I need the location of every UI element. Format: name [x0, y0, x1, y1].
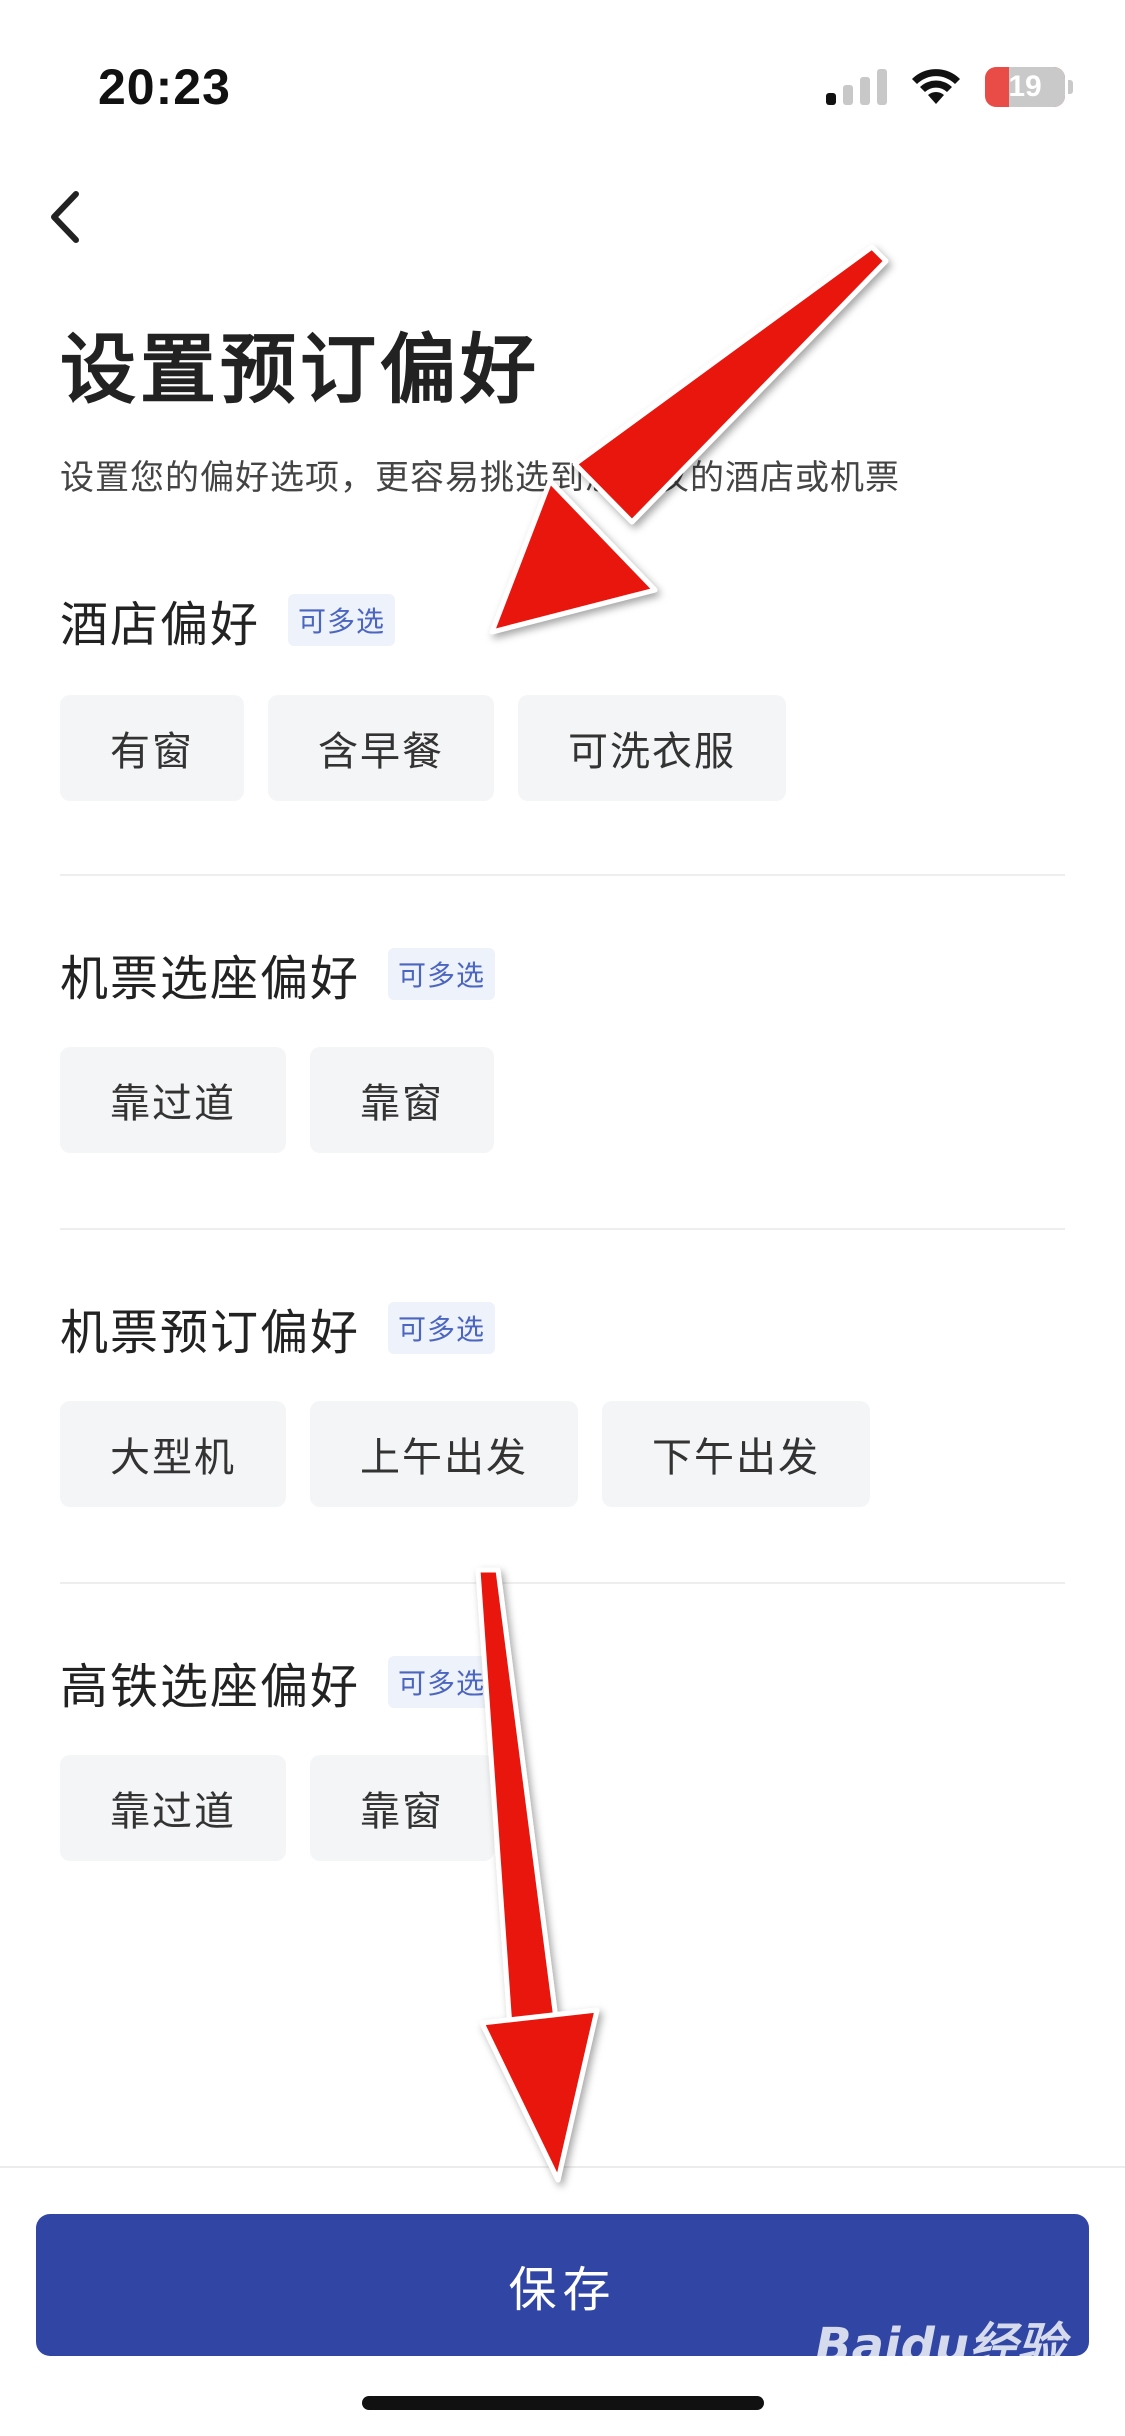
back-button[interactable]: [42, 182, 92, 252]
option-chip-window[interactable]: 有窗: [60, 695, 244, 801]
booking-preferences-screen: 20:23 19 设置预订偏好 设置您的偏好选项，更容易挑选到您心仪的酒店或机票…: [0, 0, 1125, 2436]
option-chip-window[interactable]: 靠窗: [310, 1755, 494, 1861]
section-title: 机票选座偏好: [60, 951, 361, 1007]
section-divider: [60, 1228, 1065, 1230]
option-chip-morning-departure[interactable]: 上午出发: [310, 1401, 578, 1507]
section-rail-seat-preferences: 高铁选座偏好 可多选 靠过道 靠窗: [60, 1647, 1065, 1861]
option-chip-laundry[interactable]: 可洗衣服: [518, 695, 786, 801]
option-chip-afternoon-departure[interactable]: 下午出发: [602, 1401, 870, 1507]
option-chip-window[interactable]: 靠窗: [310, 1047, 494, 1153]
option-chip-large-aircraft[interactable]: 大型机: [60, 1401, 286, 1507]
multi-select-badge: 可多选: [288, 594, 396, 646]
status-time: 20:23: [98, 59, 231, 115]
home-indicator: [362, 2396, 764, 2410]
wifi-icon: [912, 69, 960, 104]
multi-select-badge: 可多选: [388, 948, 496, 1000]
page-title: 设置预订偏好: [60, 325, 540, 414]
section-flight-seat-preferences: 机票选座偏好 可多选 靠过道 靠窗: [60, 939, 1065, 1153]
page-subtitle: 设置您的偏好选项，更容易挑选到您心仪的酒店或机票: [60, 458, 900, 498]
battery-level: 19: [1008, 70, 1042, 103]
section-title: 酒店偏好: [60, 597, 261, 653]
option-chip-breakfast[interactable]: 含早餐: [268, 695, 494, 801]
annotation-arrow-top: [489, 244, 889, 635]
section-flight-booking-preferences: 机票预订偏好 可多选 大型机 上午出发 下午出发: [60, 1293, 1065, 1507]
option-chip-aisle[interactable]: 靠过道: [60, 1047, 286, 1153]
section-hotel-preferences: 酒店偏好 可多选 有窗 含早餐 可洗衣服: [60, 585, 1065, 801]
section-title: 机票预订偏好: [60, 1305, 361, 1361]
status-icons: 19: [826, 62, 1073, 112]
multi-select-badge: 可多选: [388, 1302, 496, 1354]
section-title: 高铁选座偏好: [60, 1659, 361, 1715]
footer-divider: [0, 2166, 1125, 2168]
multi-select-badge: 可多选: [388, 1656, 496, 1708]
section-divider: [60, 874, 1065, 876]
option-chip-aisle[interactable]: 靠过道: [60, 1755, 286, 1861]
baidu-watermark-logo: Baidu经验: [815, 2318, 1065, 2374]
baidu-watermark-url: jingyan.baidu.com: [878, 2373, 1045, 2394]
battery-icon: 19: [985, 67, 1073, 107]
cellular-signal-icon: [826, 69, 887, 105]
section-divider: [60, 1582, 1065, 1584]
chevron-left-icon: [51, 191, 79, 243]
